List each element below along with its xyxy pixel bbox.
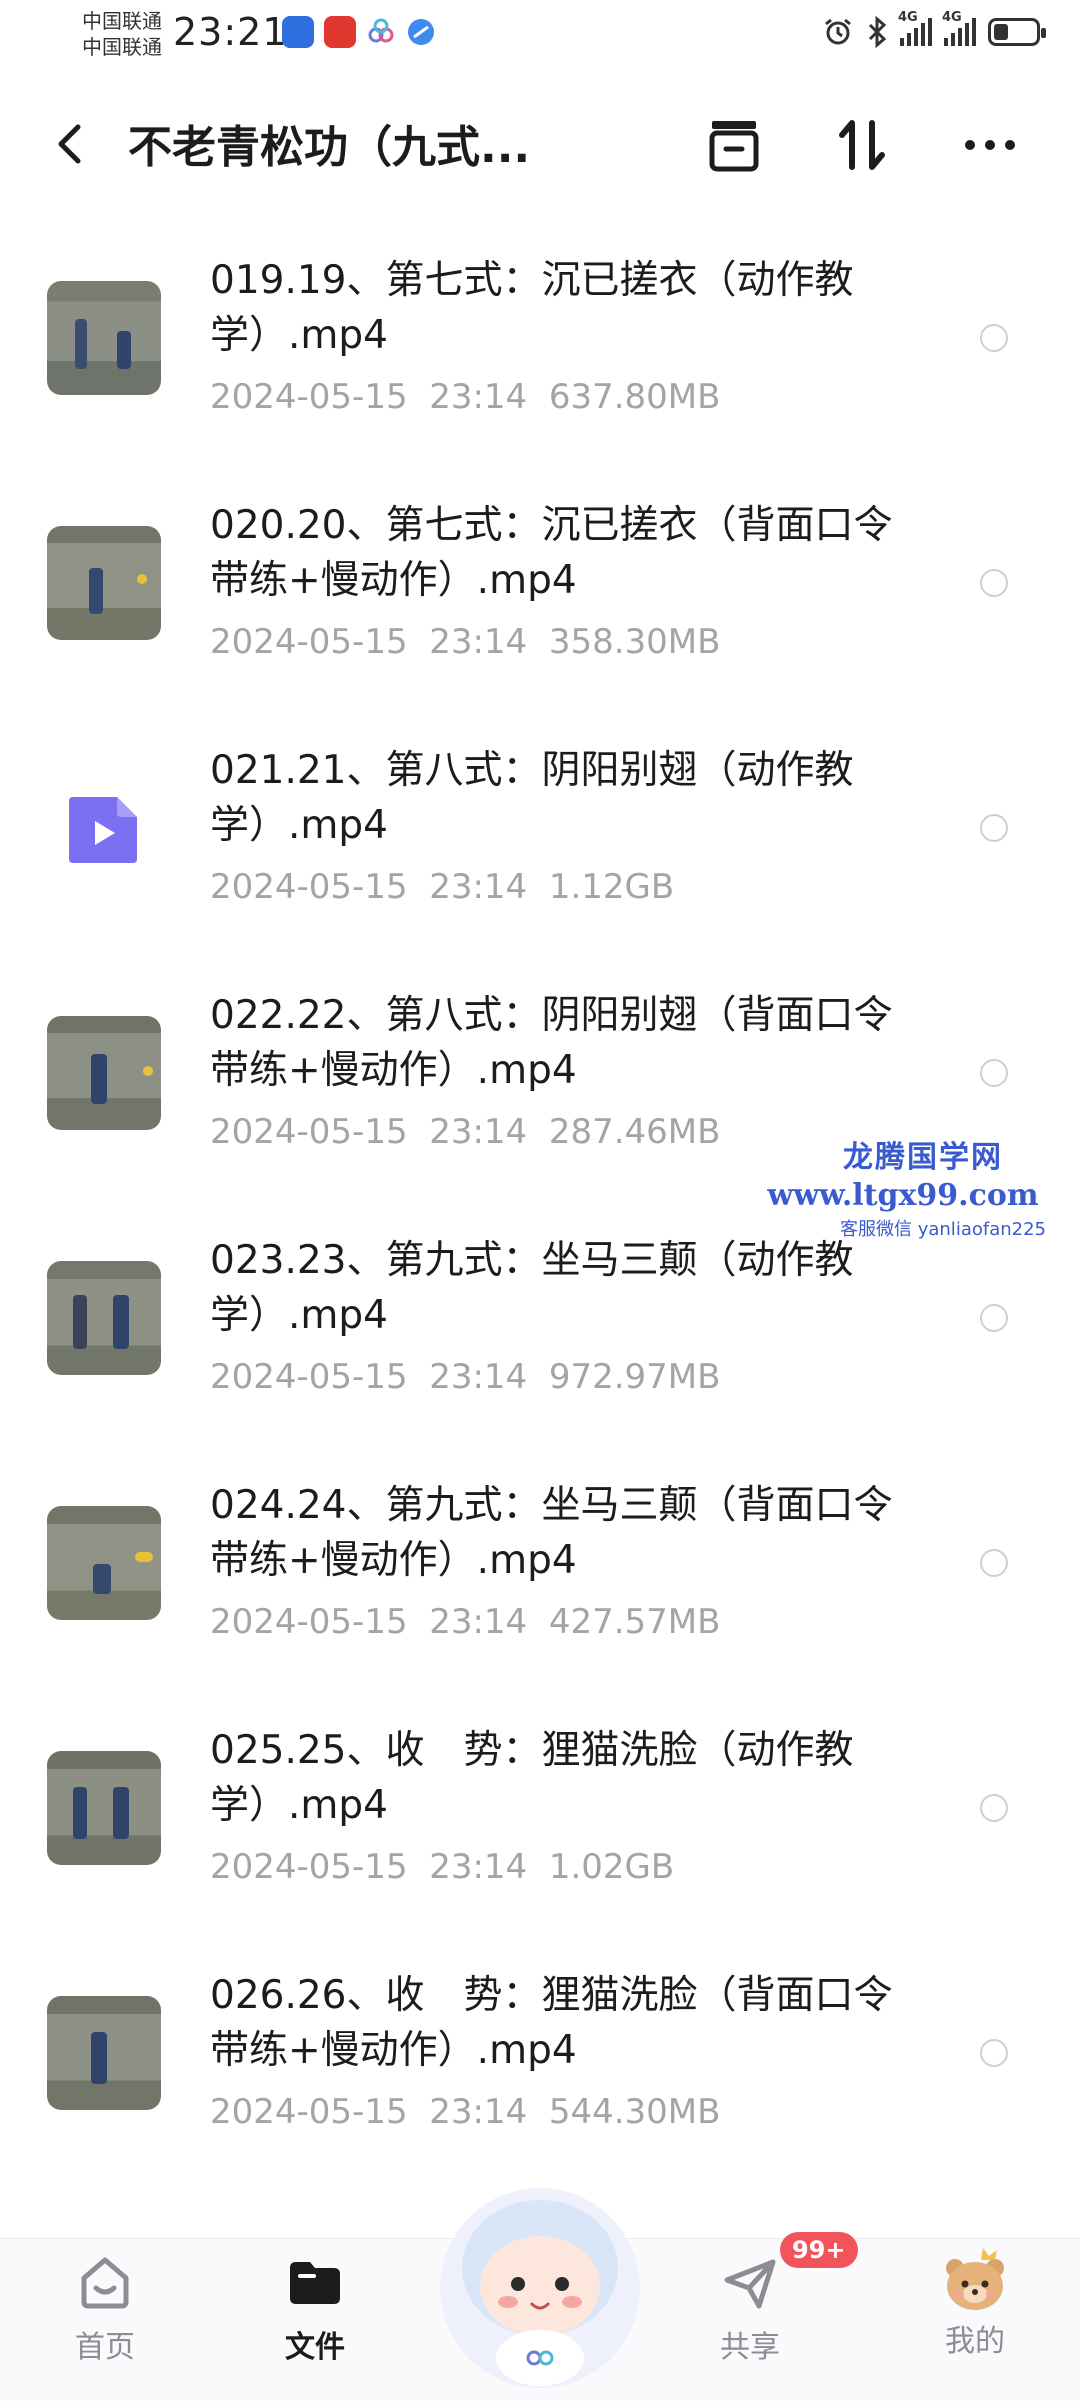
file-row[interactable]: 020.20、第七式：沉已搓衣（背面口令带练+慢动作）.mp4 2024-05-…	[0, 470, 1080, 715]
app-notification-icon	[324, 16, 356, 48]
file-name: 019.19、第七式：沉已搓衣（动作教学）.mp4	[210, 258, 854, 358]
select-radio[interactable]	[980, 1304, 1008, 1332]
file-meta: 2024-05-15 23:14 358.30MB	[210, 622, 720, 662]
select-radio[interactable]	[980, 1794, 1008, 1822]
select-radio[interactable]	[980, 2039, 1008, 2067]
alarm-icon	[825, 18, 851, 45]
sort-icon[interactable]	[830, 113, 894, 177]
tab-files[interactable]: 文件	[245, 2252, 385, 2366]
network-type-2: 4G	[942, 10, 962, 25]
watermark-contact: 客服微信 yanliaofan225	[840, 1219, 1046, 1240]
file-date: 2024-05-15 23:14	[210, 1602, 528, 1642]
tab-home-label: 首页	[75, 2330, 135, 2365]
notification-icons	[282, 16, 436, 48]
file-date: 2024-05-15 23:14	[210, 377, 528, 417]
carrier-2: 中国联通	[82, 35, 162, 59]
carrier-1: 中国联通	[82, 9, 162, 33]
watermark: 龙腾国学网 www.ltgx99.com 客服微信 yanliaofan225	[767, 1132, 1046, 1241]
file-meta: 2024-05-15 23:14 1.12GB	[210, 867, 674, 907]
file-name: 022.22、第八式：阴阳别翅（背面口令带练+慢动作）.mp4	[210, 993, 893, 1093]
file-row[interactable]: 025.25、收 势：狸猫洗脸（动作教学）.mp4 2024-05-15 23:…	[0, 1695, 1080, 1940]
back-arrow-icon[interactable]	[46, 119, 96, 169]
paper-plane-icon	[724, 2259, 776, 2309]
tab-share[interactable]: 共享	[680, 2252, 820, 2366]
file-name: 026.26、收 势：狸猫洗脸（背面口令带练+慢动作）.mp4	[210, 1973, 893, 2073]
cloud-app-icon	[368, 18, 394, 43]
file-date: 2024-05-15 23:14	[210, 1357, 528, 1397]
video-thumbnail	[47, 1506, 161, 1620]
file-meta: 2024-05-15 23:14 972.97MB	[210, 1357, 720, 1397]
select-radio[interactable]	[980, 1549, 1008, 1577]
top-bar: 不老青松功（九式...	[0, 95, 1080, 195]
file-meta: 2024-05-15 23:14 427.57MB	[210, 1602, 720, 1642]
file-date: 2024-05-15 23:14	[210, 1112, 528, 1152]
file-thumbnail	[47, 771, 161, 885]
share-notification-badge: 99+	[780, 2232, 858, 2268]
file-meta: 2024-05-15 23:14 1.02GB	[210, 1847, 674, 1887]
file-row[interactable]: 023.23、第九式：坐马三颠（动作教学）.mp4 2024-05-15 23:…	[0, 1205, 1080, 1450]
status-time: 23:21	[173, 10, 288, 54]
file-size: 427.57MB	[548, 1602, 721, 1642]
mascot-assistant-button[interactable]	[430, 2168, 650, 2393]
app-notification-icon	[282, 16, 314, 48]
watermark-url: www.ltgx99.com	[767, 1178, 1039, 1213]
video-thumbnail	[47, 281, 161, 395]
select-radio[interactable]	[980, 569, 1008, 597]
video-thumbnail	[47, 1016, 161, 1130]
file-row[interactable]: 019.19、第七式：沉已搓衣（动作教学）.mp4 2024-05-15 23:…	[0, 225, 1080, 470]
file-date: 2024-05-15 23:14	[210, 622, 528, 662]
video-thumbnail	[47, 1996, 161, 2110]
file-meta: 2024-05-15 23:14 637.80MB	[210, 377, 720, 417]
watermark-title: 龙腾国学网	[843, 1140, 1003, 1175]
file-row[interactable]: 024.24、第九式：坐马三颠（背面口令带练+慢动作）.mp4 2024-05-…	[0, 1450, 1080, 1695]
file-name: 021.21、第八式：阴阳别翅（动作教学）.mp4	[210, 748, 854, 848]
video-thumbnail	[47, 526, 161, 640]
file-size: 1.02GB	[548, 1847, 675, 1887]
file-meta: 2024-05-15 23:14 544.30MB	[210, 2092, 720, 2132]
file-meta: 2024-05-15 23:14 287.46MB	[210, 1112, 720, 1152]
file-name: 023.23、第九式：坐马三颠（动作教学）.mp4	[210, 1238, 854, 1338]
signal-1-icon: 4G	[898, 10, 932, 46]
tab-mine[interactable]: 我的	[905, 2246, 1045, 2360]
tab-files-label: 文件	[285, 2330, 345, 2365]
file-row[interactable]: 021.21、第八式：阴阳别翅（动作教学）.mp4 2024-05-15 23:…	[0, 715, 1080, 960]
system-status-icons: 4G 4G	[822, 10, 1046, 48]
file-size: 544.30MB	[548, 2092, 721, 2132]
archive-icon[interactable]	[702, 113, 766, 177]
select-radio[interactable]	[980, 324, 1008, 352]
file-date: 2024-05-15 23:14	[210, 2092, 528, 2132]
video-thumbnail	[47, 1751, 161, 1865]
battery-icon	[988, 18, 1046, 46]
file-name: 025.25、收 势：狸猫洗脸（动作教学）.mp4	[210, 1728, 854, 1828]
bluetooth-icon	[868, 16, 887, 48]
signal-2-icon: 4G	[942, 10, 976, 46]
page-title: 不老青松功（九式...	[128, 122, 531, 173]
file-name: 024.24、第九式：坐马三颠（背面口令带练+慢动作）.mp4	[210, 1483, 893, 1583]
file-date: 2024-05-15 23:14	[210, 1847, 528, 1887]
mascot-icon	[440, 2188, 640, 2388]
select-radio[interactable]	[980, 814, 1008, 842]
video-thumbnail	[47, 1261, 161, 1375]
tab-home[interactable]: 首页	[35, 2252, 175, 2366]
select-radio[interactable]	[980, 1059, 1008, 1087]
carrier-labels: 中国联通 中国联通	[82, 8, 162, 60]
tab-share-label: 共享	[720, 2330, 780, 2365]
file-size: 287.46MB	[548, 1112, 721, 1152]
bear-avatar-icon	[946, 2248, 1004, 2310]
file-size: 1.12GB	[548, 867, 675, 907]
file-size: 972.97MB	[548, 1357, 721, 1397]
file-date: 2024-05-15 23:14	[210, 867, 528, 907]
video-file-icon	[69, 797, 137, 863]
folder-icon	[290, 2262, 340, 2304]
status-bar: 中国联通 中国联通 23:21 4G 4G	[0, 0, 1080, 75]
tab-mine-label: 我的	[945, 2324, 1005, 2359]
file-size: 637.80MB	[548, 377, 721, 417]
more-options-icon[interactable]	[958, 113, 1022, 177]
network-type-1: 4G	[898, 10, 918, 25]
browser-app-icon	[408, 19, 434, 45]
file-name: 020.20、第七式：沉已搓衣（背面口令带练+慢动作）.mp4	[210, 503, 893, 603]
file-row[interactable]: 026.26、收 势：狸猫洗脸（背面口令带练+慢动作）.mp4 2024-05-…	[0, 1940, 1080, 2185]
file-size: 358.30MB	[548, 622, 721, 662]
home-icon	[81, 2257, 129, 2309]
